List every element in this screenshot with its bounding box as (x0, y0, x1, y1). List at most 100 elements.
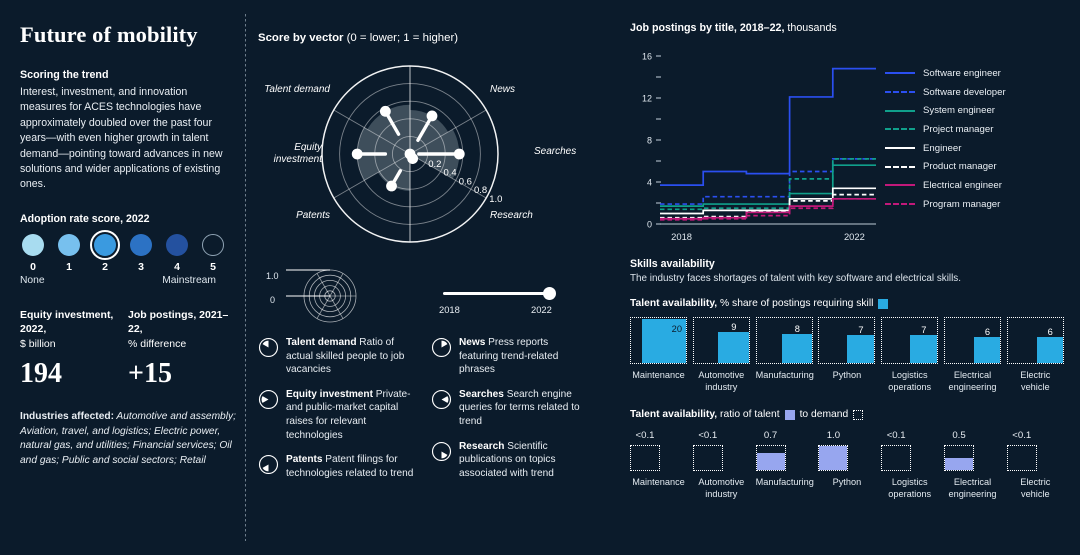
vector-definition-text: Research Scientific publications on topi… (459, 440, 588, 481)
radar-chart-svg: 0.20.40.60.81.0 News Searches Research Paten… (264, 65, 576, 243)
ratio-category-label: Manufacturing (755, 477, 814, 487)
adoption-dot[interactable] (90, 229, 120, 260)
legend-item[interactable]: Program manager (885, 195, 1006, 214)
vector-name: Searches (459, 388, 504, 400)
industries-label: Industries affected: (20, 411, 114, 423)
legend-item[interactable]: Project manager (885, 120, 1006, 139)
legend-swatch (885, 203, 915, 206)
adoption-step-3[interactable]: 3 (128, 233, 154, 273)
waffle-category-label: Electrical engineering (948, 370, 997, 392)
ratio-cell: <0.1 Logistics operations (881, 430, 944, 500)
vector-name: Research (459, 440, 505, 452)
ratio-box (630, 445, 660, 471)
y-axis-tick-label: 0 (647, 220, 652, 230)
waffle-value-label: 20 (671, 324, 682, 334)
stat-label: Equity investment, 2022, (20, 308, 114, 336)
legend-swatch (885, 91, 915, 94)
waffle-box: 8 (755, 317, 813, 364)
time-start-label: 2018 (439, 304, 460, 315)
adoption-dot[interactable] (22, 233, 44, 256)
ratio-box (881, 445, 912, 471)
adoption-step-number: 1 (66, 260, 72, 273)
legend-swatch (885, 184, 915, 187)
stat-label: Job postings, 2021–22, (128, 308, 229, 336)
adoption-dot[interactable] (166, 233, 188, 256)
adoption-step-number: 5 (210, 260, 216, 273)
radar-scale-tick: 0.6 (459, 176, 472, 187)
waffle-value-label: 9 (731, 322, 737, 333)
vertical-divider (245, 14, 246, 541)
vector-definition-text: Equity investment Private- and public-ma… (286, 388, 415, 442)
ratio-value-label: <0.1 (886, 430, 906, 441)
waffle-category-label: Python (832, 370, 862, 380)
ratio-category-label: Python (832, 477, 862, 487)
legend-label: Software developer (923, 86, 1006, 98)
waffle-value-label: 7 (858, 325, 864, 336)
jobs-title-rest: thousands (784, 22, 837, 34)
legend-item[interactable]: Engineer (885, 139, 1006, 158)
time-end-label: 2022 (531, 304, 552, 315)
adoption-dot[interactable] (58, 233, 80, 256)
adoption-step-1[interactable]: 1 (56, 233, 82, 273)
waffle-value-label: 6 (984, 327, 991, 338)
vector-definition-text: Talent demand Ratio of actual skilled pe… (286, 336, 415, 377)
legend-label: Electrical engineer (923, 179, 1002, 191)
ratio-box (755, 445, 786, 471)
scoring-heading: Scoring the trend (20, 69, 109, 81)
pie-wedge-lower-left-icon (258, 454, 279, 475)
adoption-step-0[interactable]: 0 (20, 233, 46, 273)
radar-legend-strip: 1.0 0 2018 2022 (258, 266, 588, 328)
waffle-square (717, 332, 749, 363)
waffle-square (974, 337, 1000, 363)
ratio-category-label: Maintenance (632, 477, 685, 487)
legend-label: Software engineer (923, 67, 1001, 79)
ratio-box (943, 445, 974, 471)
y-axis-tick-label: 4 (647, 178, 652, 188)
x-axis-tick-label: 2022 (844, 231, 865, 242)
waffle-cell: 9 Automotive industry (692, 317, 756, 393)
adoption-step-4[interactable]: 4 (164, 233, 190, 273)
legend-item[interactable]: Product manager (885, 157, 1006, 176)
ratio-value-label: 1.0 (826, 430, 841, 441)
time-range-indicator: 2018 2022 (439, 284, 563, 315)
legend-item[interactable]: System engineer (885, 101, 1006, 120)
adoption-dot[interactable] (130, 233, 152, 256)
waffle-square (782, 333, 812, 363)
page-title: Future of mobility (20, 22, 198, 47)
waffle-category-label: Maintenance (632, 370, 685, 380)
ratio-cell: <0.1 Electric vehicle (1006, 430, 1070, 500)
vector-definitions-column-left: Talent demand Ratio of actual skilled pe… (258, 336, 415, 491)
adoption-step-2[interactable]: 2 (90, 229, 120, 273)
pie-wedge-right-icon (258, 389, 279, 410)
waffle-cell: 6 Electric vehicle (1006, 317, 1070, 393)
dotted-square-swatch-icon (853, 409, 864, 420)
legend-item[interactable]: Software engineer (885, 64, 1006, 83)
adoption-step-number: 3 (138, 260, 144, 273)
ratio-category-label: Electrical engineering (948, 477, 997, 499)
vector-definition-text: Searches Search engine queries for terms… (459, 388, 588, 429)
waffle-box: 6 (943, 317, 1001, 364)
legend-item[interactable]: Electrical engineer (885, 176, 1006, 195)
ratio-fill (756, 453, 785, 470)
legend-swatch (885, 165, 915, 168)
vector-definition-item: News Press reports featuring trend-relat… (431, 336, 588, 377)
waffle-box: 6 (1006, 317, 1064, 364)
radar-chart-title: Score by vector (0 = lower; 1 = higher) (258, 32, 588, 44)
legend-swatch (885, 72, 915, 75)
stat-sublabel: $ billion (20, 337, 56, 350)
ratio-value-label: 0.5 (952, 430, 966, 441)
pie-wedge-lower-right-icon (431, 441, 452, 462)
waffle-cell: 7 Logistics operations (881, 317, 944, 393)
legend-item[interactable]: Software developer (885, 83, 1006, 102)
adoption-scale-endpoints: None Mainstream (20, 275, 216, 286)
skills-availability-subhead: The industry faces shortages of talent w… (630, 273, 961, 284)
pie-wedge-lower-right-icon (431, 441, 452, 461)
waffle-value-label: 7 (921, 325, 927, 336)
x-axis-tick-label: 2018 (671, 231, 692, 242)
line-series (660, 158, 876, 211)
adoption-step-5[interactable]: 5 (200, 233, 226, 273)
adoption-dot[interactable] (202, 233, 224, 256)
jobs-chart-title: Job postings by title, 2018–22, thousand… (630, 22, 1070, 34)
vector-definition-item: Research Scientific publications on topi… (431, 440, 588, 481)
waffle-square (909, 335, 938, 363)
